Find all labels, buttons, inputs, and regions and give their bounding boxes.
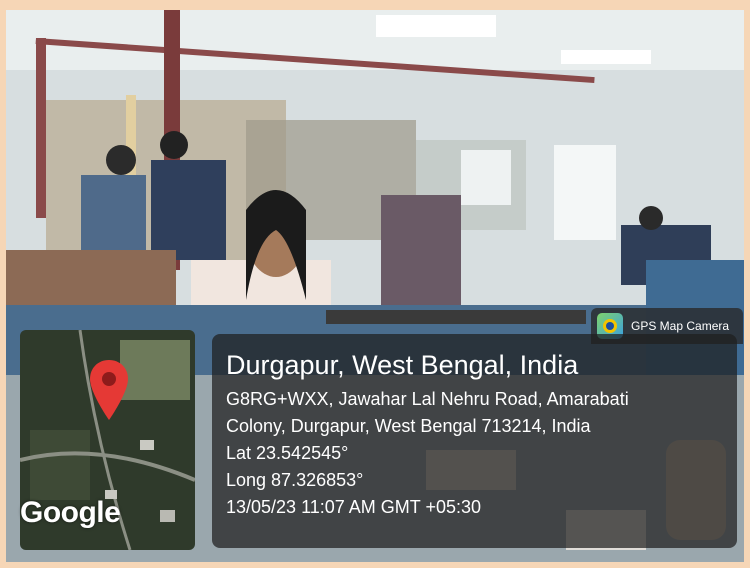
- address-line-1: G8RG+WXX, Jawahar Lal Nehru Road, Amarab…: [226, 389, 629, 409]
- longitude: Long 87.326853°: [226, 470, 364, 490]
- badge-label: GPS Map Camera: [631, 319, 730, 333]
- google-logo: Google: [20, 496, 121, 529]
- map-pin-icon: [90, 360, 128, 425]
- location-info-panel: Durgapur, West Bengal, India G8RG+WXX, J…: [212, 334, 737, 548]
- latitude: Lat 23.542545°: [226, 443, 349, 463]
- address-line-2: Colony, Durgapur, West Bengal 713214, In…: [226, 416, 591, 436]
- timestamp: 13/05/23 11:07 AM GMT +05:30: [226, 497, 482, 517]
- location-title: Durgapur, West Bengal, India: [226, 350, 579, 380]
